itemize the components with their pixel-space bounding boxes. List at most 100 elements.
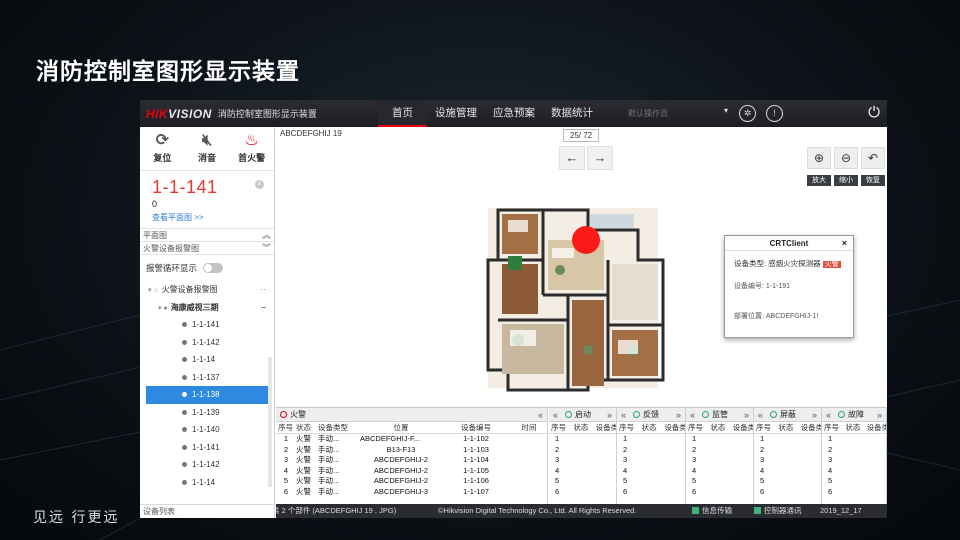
column-header[interactable]: 状态 — [708, 422, 731, 434]
tree-item[interactable]: 1-1-137 — [140, 369, 274, 387]
table-row[interactable]: 5 — [549, 476, 616, 487]
column-header[interactable]: 序号 — [822, 422, 844, 434]
column-header[interactable]: 设备类 — [730, 422, 753, 434]
chevron-down-icon[interactable]: ▾ — [724, 106, 728, 115]
page-indicator[interactable]: 25/ 72 — [563, 129, 599, 142]
column-header[interactable]: 设备类 — [593, 422, 616, 434]
nav-emergency-plan[interactable]: 应急预案 — [485, 100, 543, 127]
close-icon[interactable]: × — [255, 180, 264, 189]
table-row[interactable]: 4 — [822, 466, 886, 477]
table-row[interactable]: 6 — [549, 487, 616, 498]
collapse-icon[interactable]: « — [538, 408, 543, 422]
tree-item[interactable]: 1-1-142 — [140, 456, 274, 474]
table-row[interactable]: 5 — [754, 476, 821, 487]
expand-icon[interactable]: « — [621, 408, 626, 422]
table-row[interactable]: 6 — [822, 487, 886, 498]
floorplan-image[interactable] — [468, 200, 678, 395]
user-selector[interactable]: 默认操作员 — [628, 106, 728, 121]
tree-group[interactable]: ▾ ● 海康威视三期 – — [140, 299, 274, 317]
table-row[interactable]: 4 — [549, 466, 616, 477]
zoom-in-label[interactable]: 放大 — [807, 175, 831, 186]
tree-item[interactable]: 1-1-142 — [140, 334, 274, 352]
column-header[interactable]: 序号 — [617, 422, 640, 434]
table-row[interactable]: 5 — [617, 476, 685, 487]
expand-icon[interactable]: « — [553, 408, 558, 422]
column-header[interactable]: 状态 — [571, 422, 594, 434]
column-header[interactable]: 设备类 — [798, 422, 821, 434]
table-row[interactable]: 3 — [549, 455, 616, 466]
collapse-icon[interactable]: » — [607, 408, 612, 422]
table-row[interactable]: 4 火警 手动... ABCDEFGHIJ-2 1-1-105 — [276, 466, 547, 477]
expand-icon[interactable]: « — [758, 408, 763, 422]
table-row[interactable]: 1 — [617, 434, 685, 445]
table-row[interactable]: 2 — [754, 445, 821, 456]
collapse-icon[interactable]: » — [877, 408, 882, 422]
tree-scrollbar[interactable] — [268, 357, 272, 487]
column-header[interactable]: 设备类 — [864, 422, 886, 434]
view-floorplan-link[interactable]: 查看平面图 >> — [152, 212, 262, 223]
fire-alarm-marker[interactable] — [572, 226, 600, 254]
expand-icon[interactable]: « — [826, 408, 831, 422]
tree-item[interactable]: 1-1-14 — [140, 351, 274, 369]
table-row[interactable]: 3 — [617, 455, 685, 466]
table-row[interactable]: 2 — [686, 445, 753, 456]
first-fire-alarm-button[interactable]: ♨ 首火警 — [229, 127, 274, 170]
table-row[interactable]: 1 — [754, 434, 821, 445]
reset-button[interactable]: ⟳ 复位 — [140, 127, 185, 170]
info-icon[interactable]: ! — [766, 105, 783, 122]
more-icon[interactable]: – — [262, 299, 266, 317]
tree-item-selected[interactable]: 1-1-138 — [146, 386, 268, 404]
table-row[interactable]: 3 — [686, 455, 753, 466]
column-header[interactable]: 序号 — [276, 422, 294, 434]
column-header[interactable]: 状态 — [639, 422, 663, 434]
more-icon[interactable]: ·· — [261, 281, 266, 299]
table-row[interactable]: 2 — [822, 445, 886, 456]
table-row[interactable]: 3 — [822, 455, 886, 466]
table-row[interactable]: 3 火警 手动... ABCDEFGHIJ-2 1-1-104 — [276, 455, 547, 466]
collapse-icon[interactable]: » — [812, 408, 817, 422]
tree-item[interactable]: 1-1-139 — [140, 404, 274, 422]
column-header[interactable]: 状态 — [843, 422, 865, 434]
table-row[interactable]: 1 — [549, 434, 616, 445]
expand-icon[interactable]: « — [690, 408, 695, 422]
zoom-out-button[interactable]: ⊖ — [834, 147, 858, 169]
tree-item[interactable]: 1-1-141 — [140, 439, 274, 457]
column-header[interactable]: 位置 — [358, 422, 442, 434]
table-row[interactable]: 6 — [617, 487, 685, 498]
zoom-out-label[interactable]: 缩小 — [834, 175, 858, 186]
column-header[interactable]: 序号 — [549, 422, 572, 434]
restore-label[interactable]: 恢复 — [861, 175, 885, 186]
tree-item[interactable]: 1-1-14 — [140, 474, 274, 492]
table-row[interactable]: 1 — [686, 434, 753, 445]
table-row[interactable]: 1 — [822, 434, 886, 445]
table-row[interactable]: 6 火警 手动... ABCDEFGHIJ-3 1-1-107 — [276, 487, 547, 498]
prev-map-button[interactable]: ← — [559, 146, 585, 170]
restore-button[interactable]: ↶ — [861, 147, 885, 169]
column-header[interactable]: 时间 — [508, 422, 547, 434]
tree-item[interactable]: 1-1-141 — [140, 316, 274, 334]
device-list-tab[interactable]: 设备列表 — [140, 504, 275, 518]
column-header[interactable]: 设备类型 — [316, 422, 358, 434]
nav-statistics[interactable]: 数据统计 — [543, 100, 601, 127]
table-row[interactable]: 2 — [617, 445, 685, 456]
chevron-down-icon[interactable]: ︾ — [262, 242, 271, 255]
tree-root[interactable]: ▾ ⌂ 火警设备报警图 ·· — [140, 281, 274, 299]
loop-display-toggle[interactable] — [203, 263, 224, 273]
category-select[interactable]: 火警设备报警图 ︾ — [140, 242, 274, 255]
zoom-in-button[interactable]: ⊕ — [807, 147, 831, 169]
nav-facility-management[interactable]: 设施管理 — [427, 100, 485, 127]
table-row[interactable]: 4 — [686, 466, 753, 477]
column-header[interactable]: 设备编号 — [442, 422, 508, 434]
table-row[interactable]: 2 火警 手动... B13-F13 1-1-103 — [276, 445, 547, 456]
table-row[interactable]: 6 — [754, 487, 821, 498]
column-header[interactable]: 设备类 — [662, 422, 685, 434]
next-map-button[interactable]: → — [587, 146, 613, 170]
gear-icon[interactable]: ✲ — [739, 105, 756, 122]
mute-button[interactable]: 🔇︎ 消音 — [185, 127, 230, 170]
power-icon[interactable]: ⏻ — [865, 104, 883, 122]
nav-home[interactable]: 首页 — [378, 100, 427, 127]
chevron-up-icon[interactable]: ︽ — [262, 229, 271, 242]
column-header[interactable]: 序号 — [686, 422, 709, 434]
table-row[interactable]: 4 — [617, 466, 685, 477]
tree-item[interactable]: 1-1-140 — [140, 421, 274, 439]
